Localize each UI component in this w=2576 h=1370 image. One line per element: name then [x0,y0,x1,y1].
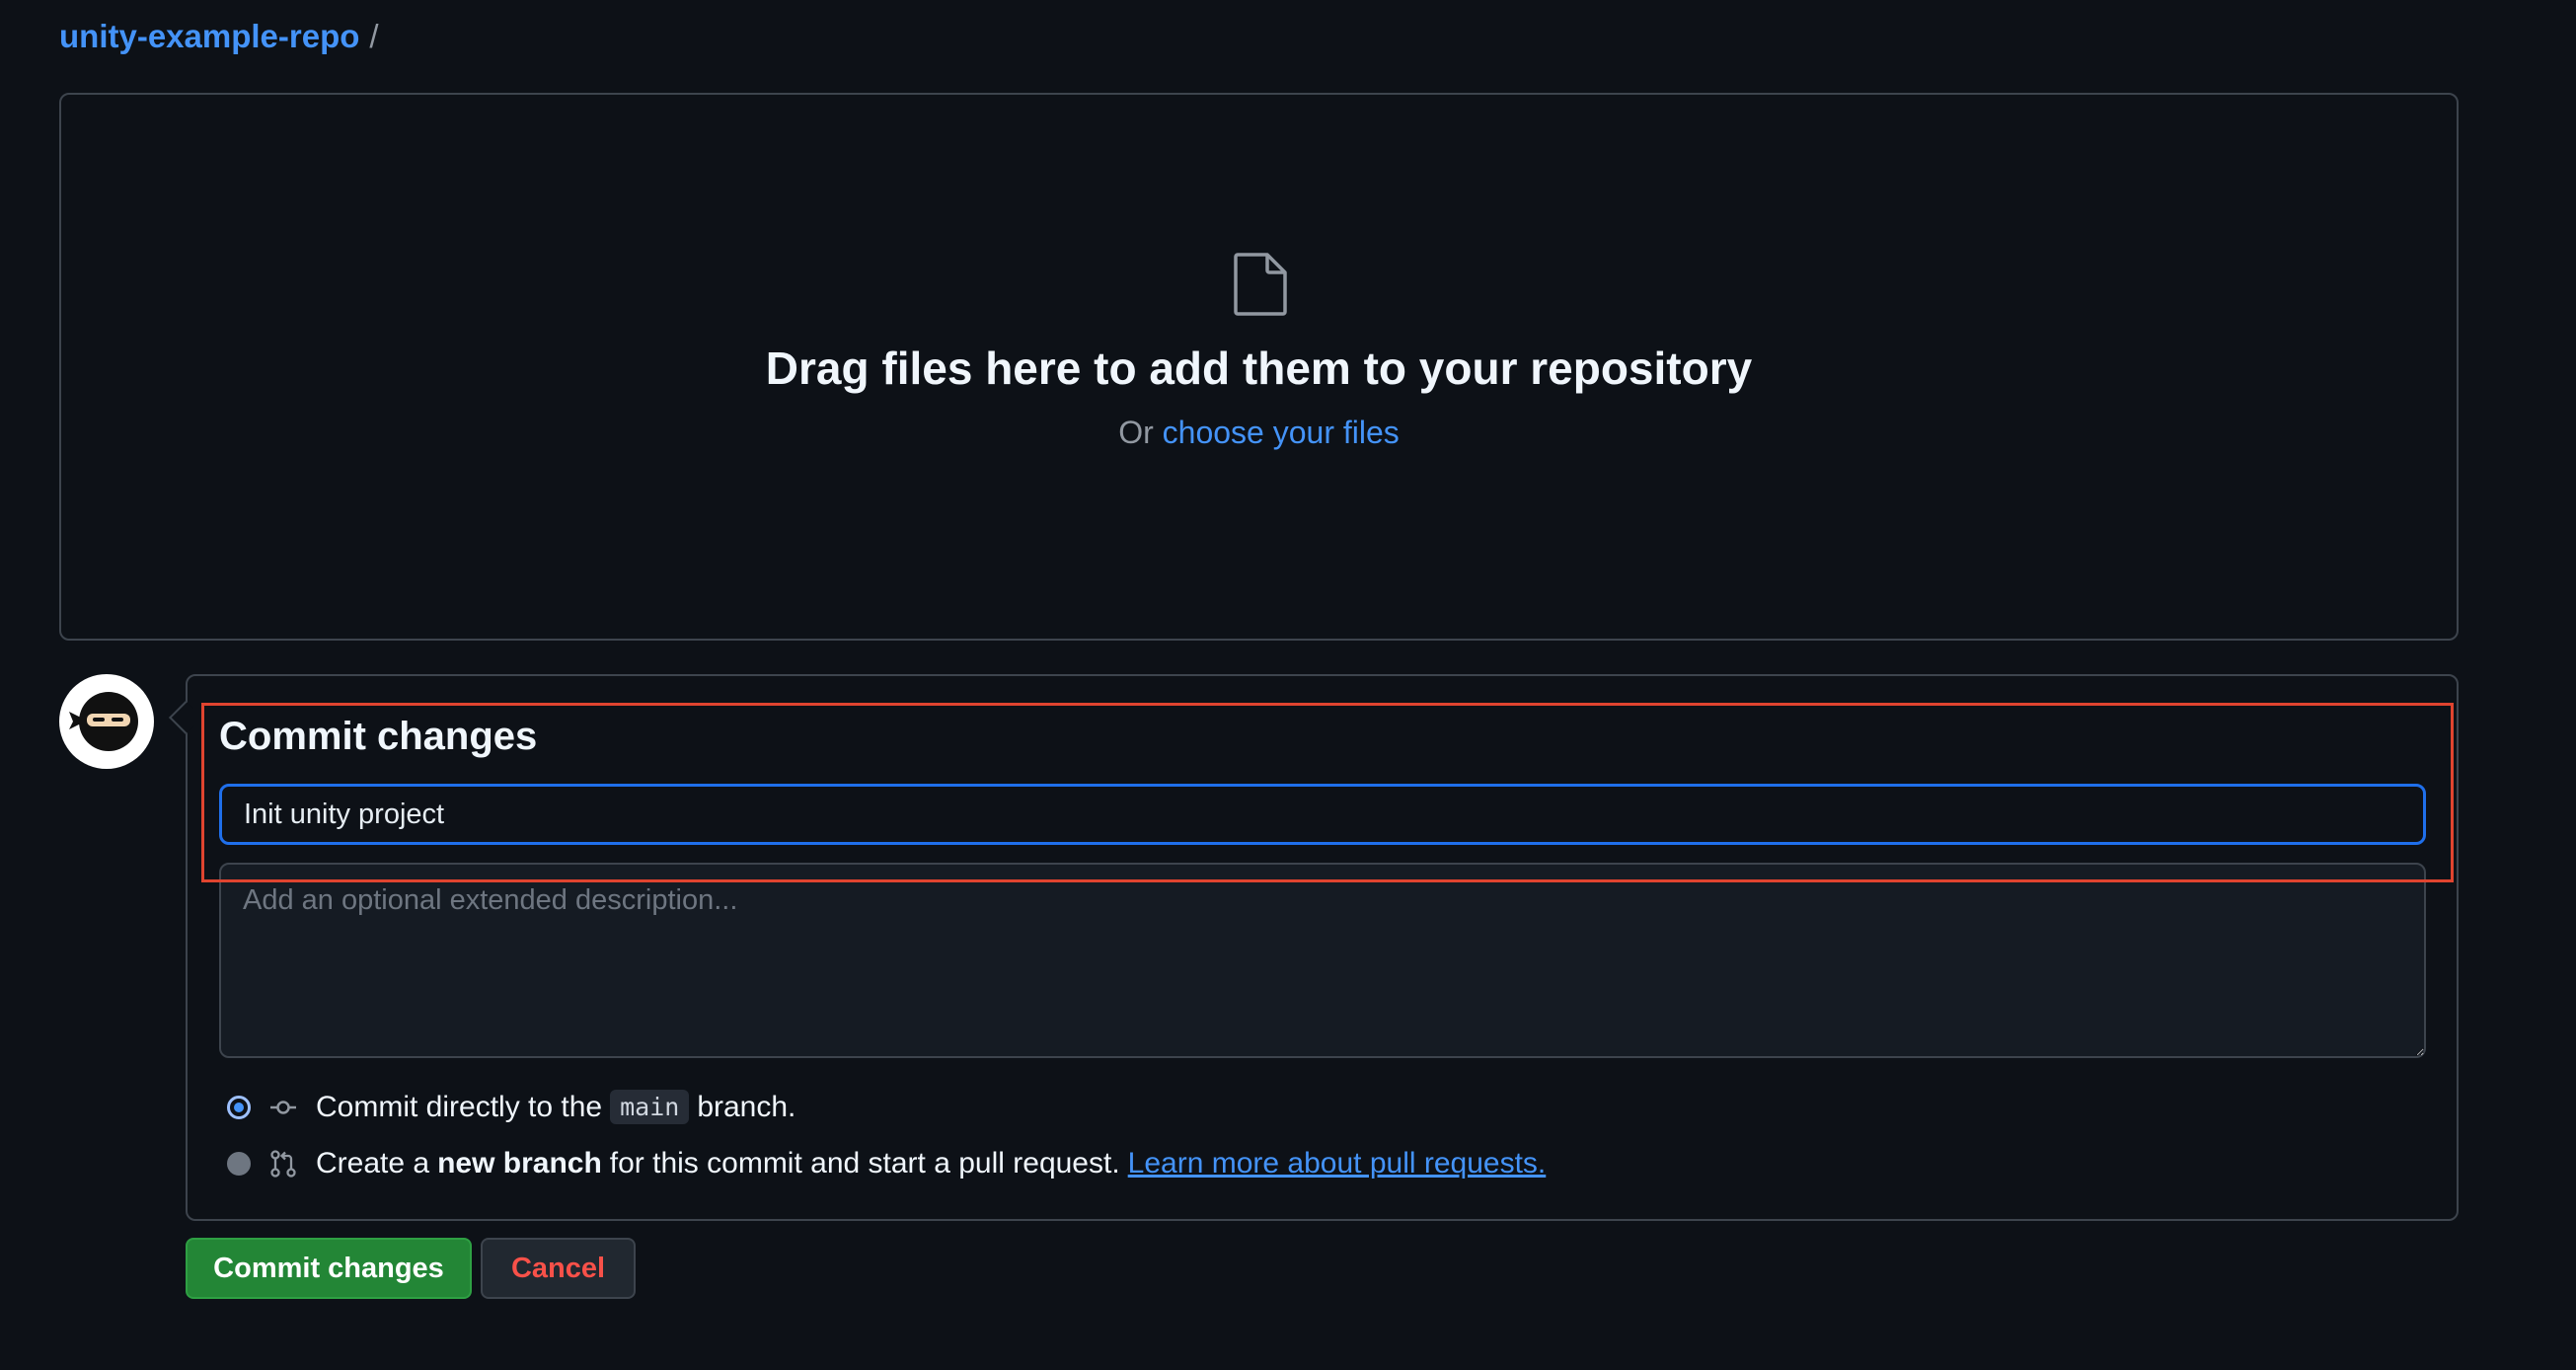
dropzone-prefix: Or [1118,415,1154,450]
repo-link[interactable]: unity-example-repo [59,18,359,55]
commit-summary-input[interactable] [219,784,2426,845]
branch-name: main [610,1090,690,1124]
git-pull-request-icon [270,1150,296,1178]
commit-direct-text: Commit directly to the [316,1090,603,1123]
new-branch-text: Create a [316,1147,430,1180]
new-branch-text-after: for this commit and start a pull request… [609,1147,1120,1180]
choose-files-link[interactable]: choose your files [1163,415,1400,450]
comment-caret [169,701,202,734]
commit-direct-option[interactable]: Commit directly to the main branch. [227,1090,796,1124]
file-icon [1233,253,1287,316]
new-branch-radio[interactable] [227,1152,251,1176]
commit-direct-text-after: branch. [697,1090,796,1123]
commit-description-textarea[interactable] [219,863,2426,1058]
upload-files-page: unity-example-repo / Drag files here to … [0,0,2576,1370]
commit-changes-button[interactable]: Commit changes [186,1238,472,1299]
commit-heading: Commit changes [219,715,538,758]
dropzone-title: Drag files here to add them to your repo… [765,342,1753,394]
cancel-button[interactable]: Cancel [481,1238,636,1299]
file-dropzone[interactable]: Drag files here to add them to your repo… [59,93,2459,641]
avatar[interactable] [59,674,154,769]
new-branch-option[interactable]: Create a new branch for this commit and … [227,1147,1546,1180]
dropzone-subtitle: Or choose your files [1118,415,1400,451]
learn-more-pull-requests-link[interactable]: Learn more about pull requests. [1128,1147,1547,1180]
ninja-avatar-icon [69,692,138,751]
breadcrumb-separator: / [369,18,379,54]
new-branch-bold: new branch [437,1147,602,1180]
git-commit-icon [270,1100,296,1114]
breadcrumb: unity-example-repo / [59,18,379,55]
commit-direct-radio[interactable] [227,1095,251,1119]
